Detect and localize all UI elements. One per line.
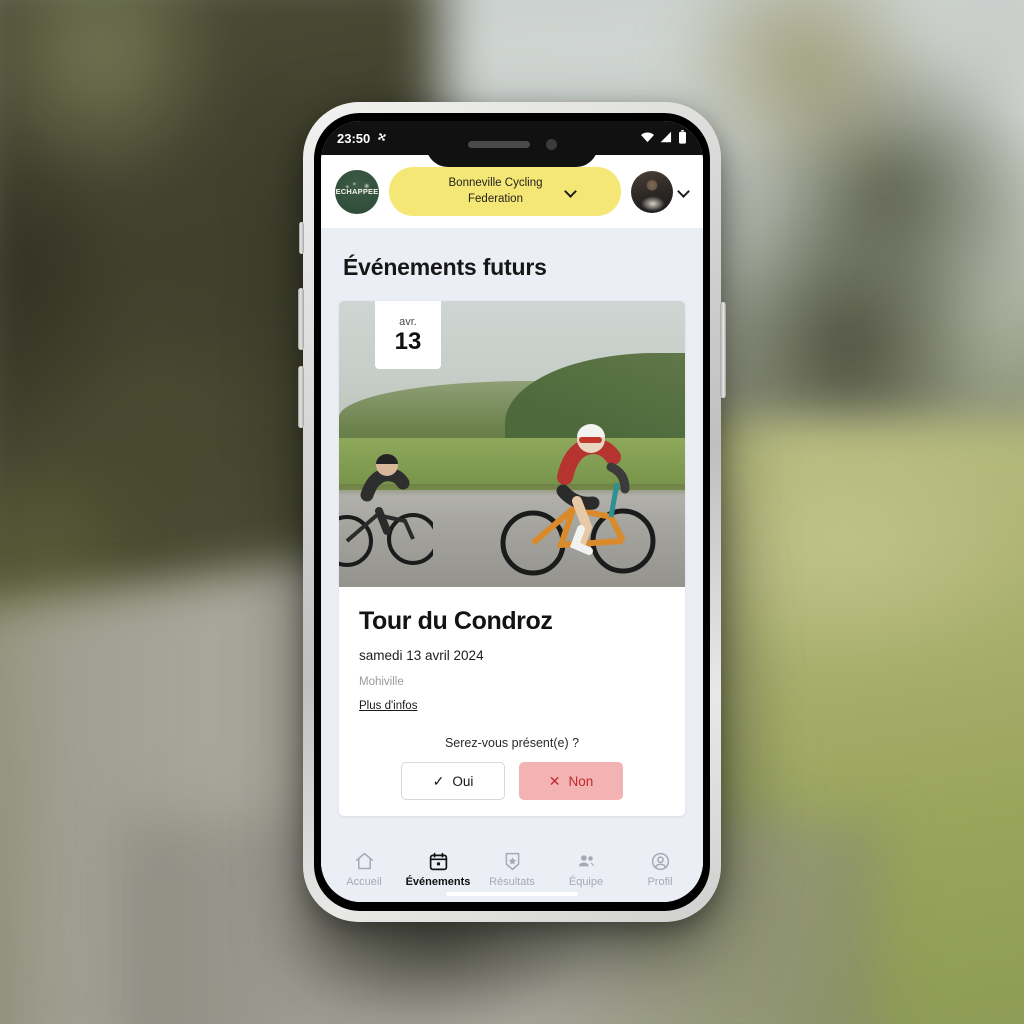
check-icon: ✓ xyxy=(432,772,445,789)
people-icon xyxy=(576,851,597,872)
battery-icon xyxy=(678,129,687,147)
phone-device: 23:50 ECHAPPEE Bonneville Cycling Federa… xyxy=(298,102,726,922)
mute-switch[interactable] xyxy=(299,222,304,254)
chevron-down-icon xyxy=(678,186,689,197)
event-title: Tour du Condroz xyxy=(359,607,553,636)
profile-icon xyxy=(650,851,671,872)
rsvp-no-button[interactable]: ✕ Non xyxy=(519,762,623,801)
account-menu[interactable] xyxy=(631,170,689,213)
organization-selector[interactable]: Bonneville Cycling Federation xyxy=(389,167,621,217)
tab-label: Événements xyxy=(405,876,471,888)
event-date-badge: avr. 13 xyxy=(375,301,441,370)
rsvp-yes-label: Oui xyxy=(452,773,474,789)
main-content: Événements futurs avr. 13 Tour du Condro… xyxy=(321,228,703,842)
screenshot-scene: 23:50 ECHAPPEE Bonneville Cycling Federa… xyxy=(0,0,1024,1024)
phone-screen: 23:50 ECHAPPEE Bonneville Cycling Federa… xyxy=(321,121,703,902)
front-camera xyxy=(545,138,557,150)
cyclist-main xyxy=(499,405,659,581)
status-bar-time: 23:50 xyxy=(337,130,371,146)
logo-label: ECHAPPEE xyxy=(335,187,379,197)
earpiece-speaker xyxy=(467,140,530,148)
organization-name: Bonneville Cycling Federation xyxy=(448,177,543,205)
tab-equipe[interactable]: Équipe xyxy=(551,851,621,888)
event-card[interactable]: avr. 13 Tour du Condroz samedi 13 avril … xyxy=(339,301,685,817)
rsvp-yes-button[interactable]: ✓ Oui xyxy=(401,762,505,801)
medal-icon xyxy=(502,851,523,872)
status-bar-left: 23:50 xyxy=(337,131,388,146)
event-photo: avr. 13 xyxy=(339,301,685,588)
event-location: Mohiville xyxy=(359,676,404,689)
tab-label: Profil xyxy=(647,876,673,888)
wifi-icon xyxy=(640,131,655,146)
event-card-body: Tour du Condroz samedi 13 avril 2024 Moh… xyxy=(339,587,685,816)
x-icon: ✕ xyxy=(548,772,561,789)
rsvp-question: Serez-vous présent(e) ? xyxy=(444,736,580,751)
tab-label: Équipe xyxy=(568,876,604,888)
phone-bezel: 23:50 ECHAPPEE Bonneville Cycling Federa… xyxy=(314,113,710,911)
page-title: Événements futurs xyxy=(343,254,547,281)
tab-label: Accueil xyxy=(346,876,382,888)
more-info-link[interactable]: Plus d'infos xyxy=(359,700,417,712)
home-icon xyxy=(354,851,375,872)
status-bar-right xyxy=(640,129,687,147)
avatar xyxy=(631,170,673,213)
volume-down-button[interactable] xyxy=(298,366,304,428)
app-logo[interactable]: ECHAPPEE xyxy=(335,169,379,214)
pinwheel-icon xyxy=(376,131,388,146)
signal-icon xyxy=(660,131,673,146)
status-bar: 23:50 xyxy=(321,121,703,167)
tab-accueil[interactable]: Accueil xyxy=(329,851,399,888)
chevron-down-icon xyxy=(565,186,576,197)
power-button[interactable] xyxy=(720,302,726,398)
event-date-full: samedi 13 avril 2024 xyxy=(359,648,484,664)
tab-evenements[interactable]: Événements xyxy=(403,851,473,888)
cyclist-second xyxy=(339,441,439,571)
rsvp-buttons: ✓ Oui ✕ Non xyxy=(359,762,665,801)
phone-notch xyxy=(426,121,598,167)
tab-label: Résultats xyxy=(489,876,535,888)
home-indicator[interactable] xyxy=(446,892,578,896)
volume-up-button[interactable] xyxy=(298,288,304,350)
tab-profil[interactable]: Profil xyxy=(625,851,695,888)
calendar-icon xyxy=(428,851,449,872)
event-date-month: avr. xyxy=(399,316,417,329)
event-date-day: 13 xyxy=(394,328,422,356)
tab-resultats[interactable]: Résultats xyxy=(477,851,547,888)
rsvp-no-label: Non xyxy=(568,773,594,789)
